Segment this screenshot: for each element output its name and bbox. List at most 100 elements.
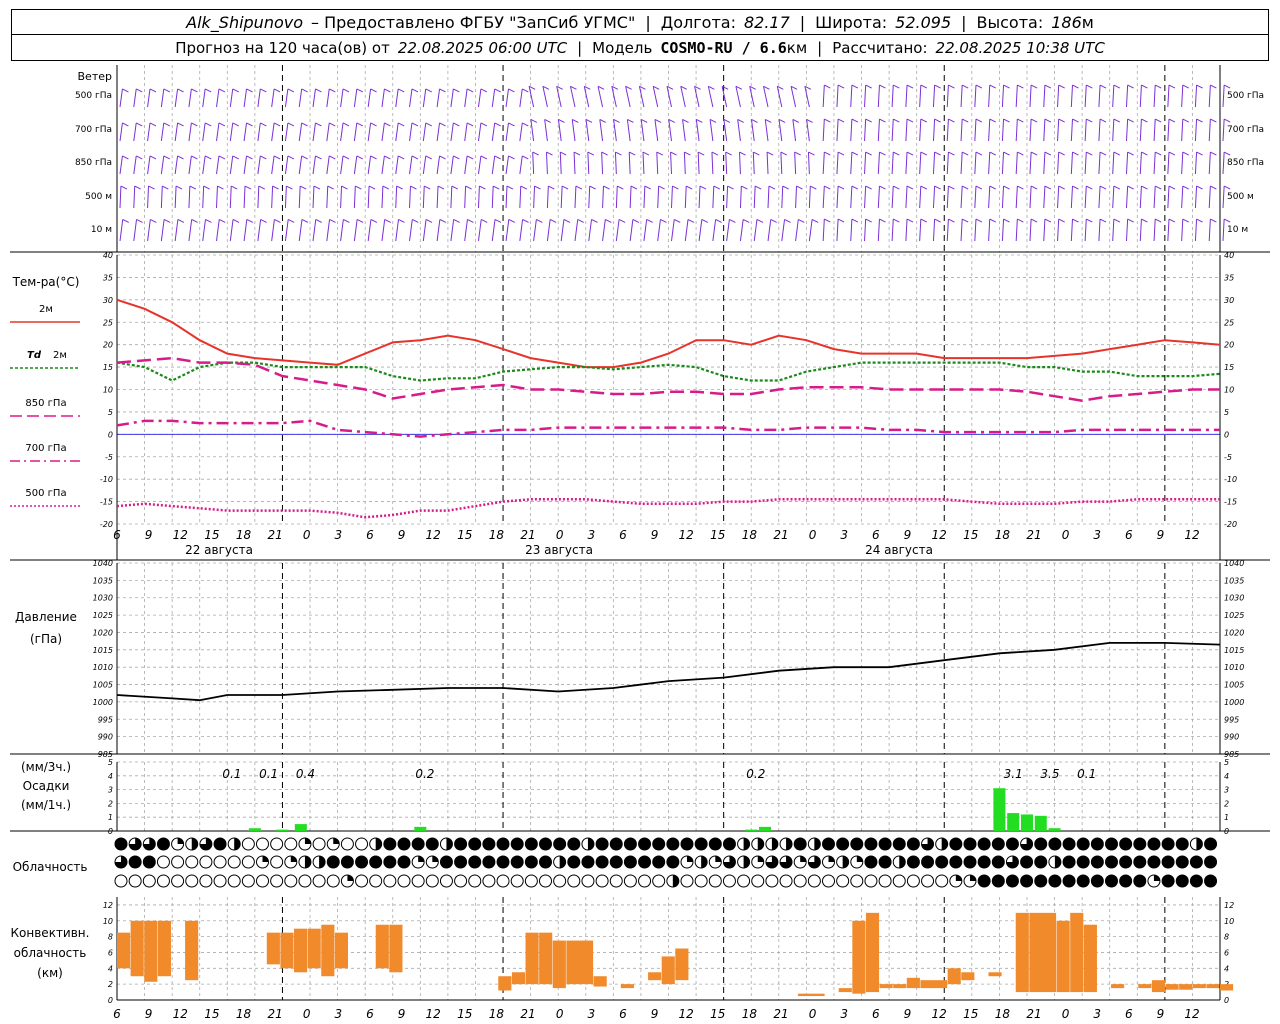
wind-barb — [202, 88, 206, 108]
wind-barb-feather — [975, 84, 983, 89]
wind-barb-feather — [934, 118, 941, 123]
wind-barb — [1029, 119, 1032, 142]
cloud-symbol — [822, 874, 835, 888]
wind-barb — [1112, 186, 1115, 209]
wind-barb — [778, 119, 783, 142]
wind-barb — [836, 152, 839, 175]
wind-barb-feather — [1072, 118, 1079, 123]
wind-barb — [643, 186, 646, 209]
conv-xtick: 15 — [457, 1007, 472, 1021]
wind-barb-feather — [837, 84, 845, 89]
wind-barb-feather — [765, 119, 772, 123]
wind-barb — [684, 219, 689, 242]
wind-barb-feather — [343, 219, 350, 223]
wind-barb — [533, 219, 537, 242]
cloud-symbol-fill — [497, 838, 510, 850]
conv-bar — [906, 977, 920, 989]
temp-xtick: 18 — [995, 528, 1011, 542]
cloud-symbol — [171, 855, 185, 869]
wind-barb-feather — [573, 151, 581, 156]
temp-xtick: 12 — [1184, 528, 1199, 542]
wind-barb-feather — [439, 219, 447, 223]
cloud-title: Облачность — [13, 860, 88, 874]
wind-barb-feather — [177, 219, 185, 223]
wind-barb — [257, 88, 261, 108]
conv-bar — [797, 993, 825, 997]
wind-barb — [587, 152, 590, 175]
wind-barb — [326, 88, 330, 108]
wind-barb — [560, 219, 565, 242]
precip-bar — [414, 826, 427, 831]
conv-xtick: 3 — [1093, 1007, 1101, 1021]
wind-barb-feather — [1003, 185, 1010, 190]
cloud-symbol — [708, 874, 722, 888]
conv-xtick: 6 — [872, 1007, 880, 1021]
conv-bar — [893, 984, 907, 989]
cloud-symbol — [312, 837, 326, 851]
wind-barb — [974, 152, 977, 175]
wind-barb — [795, 186, 798, 209]
wind-barb — [298, 186, 301, 209]
wind-barb — [298, 88, 303, 108]
cloud-symbol-fill — [1048, 875, 1061, 887]
cloud-symbol-fill — [709, 838, 722, 850]
wind-barb-feather — [1127, 118, 1134, 123]
wind-barb-feather — [191, 88, 198, 93]
pressure-ytick-left: 1005 — [93, 681, 113, 690]
wind-barb-feather — [1044, 218, 1052, 223]
wind-barb-feather — [494, 88, 501, 93]
wind-barb-feather — [1058, 218, 1065, 223]
wind-barb — [1070, 85, 1073, 108]
wind-barb-feather — [778, 119, 786, 123]
wind-barb — [767, 186, 770, 209]
cloud-symbol-fill — [412, 838, 425, 850]
date-label: 23 августа — [525, 543, 593, 557]
wind-barb-feather — [1113, 84, 1121, 89]
wind-barb-feather — [480, 219, 488, 223]
wind-barb-feather — [739, 151, 746, 156]
cloud-symbol-fill — [567, 838, 580, 850]
date-label: 22 августа — [185, 543, 253, 557]
wind-barb-feather — [784, 219, 791, 223]
wind-barb-feather — [685, 185, 693, 190]
temp-ytick-right: -10 — [1224, 475, 1237, 484]
wind-barb-feather — [411, 88, 419, 93]
wind-barb-feather — [948, 84, 955, 89]
wind-barb-feather — [384, 122, 391, 127]
wind-barb-feather — [879, 218, 886, 223]
conv-xtick: 6 — [1125, 1007, 1133, 1021]
wind-barb-feather — [975, 118, 983, 123]
wind-level-label-right: 700 гПа — [1227, 125, 1264, 135]
wind-barb — [326, 155, 330, 175]
wind-barb — [891, 152, 894, 175]
wind-barb — [147, 186, 149, 209]
wind-barb — [1070, 186, 1073, 209]
wind-barb-feather — [1168, 84, 1176, 89]
cloud-symbol-fill — [177, 838, 184, 844]
conv-bar — [117, 932, 131, 969]
legend-t850-label: 850 гПа — [25, 398, 66, 409]
wind-barb-feather — [315, 122, 322, 127]
wind-barb — [666, 86, 672, 108]
wind-barb-feather — [640, 119, 648, 123]
cloud-symbol-fill — [1133, 875, 1146, 887]
wind-barb — [188, 122, 192, 142]
temp-ytick-right: 20 — [1224, 341, 1234, 350]
wind-barb — [147, 219, 151, 242]
conv-bar — [675, 948, 689, 981]
wind-barb-feather — [480, 155, 488, 160]
wind-barb — [1043, 152, 1046, 175]
cloud-symbol — [553, 874, 567, 888]
wind-barb-feather — [341, 185, 348, 190]
wind-barb — [613, 119, 617, 142]
wind-barb-feather — [1168, 218, 1176, 223]
wind-barb-feather — [122, 155, 129, 160]
wind-barb-feather — [1141, 185, 1148, 190]
wind-barb-feather — [742, 219, 750, 223]
wind-barb — [1125, 186, 1129, 209]
wind-level-label-right: 850 гПа — [1227, 158, 1264, 168]
cloud-symbol-fill — [375, 838, 382, 850]
wind-barb-feather — [260, 155, 267, 160]
conv-bar — [525, 932, 539, 985]
cloud-symbol-fill — [234, 838, 241, 850]
